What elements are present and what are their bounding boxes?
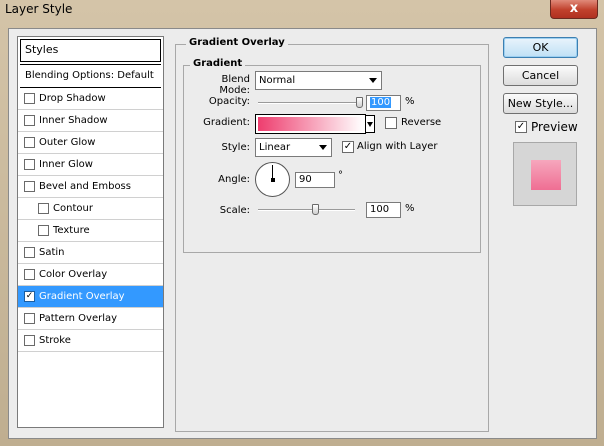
angle-unit: ° — [338, 170, 343, 181]
style-item-label: Drop Shadow — [39, 93, 106, 104]
style-item-checkbox[interactable] — [24, 247, 35, 258]
style-item-bevel-and-emboss[interactable]: Bevel and Emboss — [18, 176, 163, 198]
style-item-color-overlay[interactable]: Color Overlay — [18, 264, 163, 286]
style-item-label: Outer Glow — [39, 137, 96, 148]
reverse-checkbox[interactable] — [385, 117, 397, 129]
angle-hub — [271, 178, 275, 182]
angle-value: 90 — [299, 174, 312, 185]
style-item-label: Satin — [39, 247, 65, 258]
style-item-checkbox[interactable] — [24, 313, 35, 324]
style-item-satin[interactable]: Satin — [18, 242, 163, 264]
style-item-inner-shadow[interactable]: Inner Shadow — [18, 110, 163, 132]
window-title: Layer Style — [5, 2, 73, 16]
style-item-label: Stroke — [39, 335, 71, 346]
ok-button[interactable]: OK — [503, 37, 578, 58]
chevron-down-icon — [369, 78, 377, 83]
layer-style-window: Layer Style x Styles Blending Options: D… — [0, 0, 604, 446]
reverse-label: Reverse — [401, 117, 442, 128]
align-check-mark: ✓ — [343, 141, 353, 152]
gradient-label: Gradient: — [203, 117, 250, 128]
scale-unit: % — [405, 203, 415, 214]
gradient-swatch[interactable] — [258, 117, 363, 131]
style-item-checkbox[interactable] — [24, 269, 35, 280]
style-item-label: Inner Shadow — [39, 115, 108, 126]
style-item-checkbox[interactable] — [24, 115, 35, 126]
blending-options-item[interactable]: Blending Options: Default — [20, 64, 161, 88]
style-select[interactable]: Linear — [255, 138, 332, 157]
title-bar[interactable]: Layer Style x — [0, 0, 604, 20]
style-item-label: Color Overlay — [39, 269, 108, 280]
angle-dial[interactable] — [255, 162, 290, 197]
style-item-checkbox[interactable] — [24, 137, 35, 148]
style-item-checkbox[interactable] — [24, 93, 35, 104]
scale-slider[interactable] — [258, 209, 355, 211]
gradient-picker[interactable] — [255, 114, 366, 134]
preview-checkbox[interactable]: ✓ — [515, 121, 527, 133]
opacity-value: 100 — [370, 97, 392, 108]
style-value: Linear — [259, 142, 291, 153]
cancel-button[interactable]: Cancel — [503, 65, 578, 86]
blend-mode-select[interactable]: Normal — [255, 71, 382, 90]
angle-label: Angle: — [218, 174, 250, 185]
gradient-overlay-title: Gradient Overlay — [186, 37, 288, 48]
close-button[interactable]: x — [550, 0, 598, 19]
scale-input[interactable]: 100 — [366, 202, 401, 218]
style-item-label: Gradient Overlay — [39, 291, 125, 302]
style-item-gradient-overlay[interactable]: ✓ Gradient Overlay — [18, 286, 163, 308]
opacity-slider-thumb[interactable] — [356, 97, 363, 108]
scale-slider-thumb[interactable] — [312, 204, 319, 215]
styles-list-header[interactable]: Styles — [20, 39, 161, 62]
blend-mode-value: Normal — [259, 75, 296, 86]
align-with-layer-label: Align with Layer — [357, 141, 438, 152]
style-item-checkbox[interactable] — [24, 335, 35, 346]
preview-swatch — [531, 160, 561, 190]
styles-list: Styles Blending Options: Default Drop Sh… — [17, 36, 164, 428]
style-label: Style: — [221, 142, 251, 153]
style-item-label: Contour — [53, 203, 93, 214]
gradient-dropdown-icon[interactable] — [365, 115, 375, 133]
scale-value: 100 — [370, 204, 390, 215]
style-item-label: Inner Glow — [39, 159, 93, 170]
chevron-down-icon — [319, 145, 327, 150]
align-with-layer-checkbox[interactable]: ✓ — [342, 141, 354, 153]
preview-check-mark: ✓ — [516, 121, 526, 132]
opacity-slider[interactable] — [258, 102, 363, 104]
gradient-group-title: Gradient — [190, 58, 246, 69]
style-item-checkbox[interactable] — [38, 203, 49, 214]
style-item-checkbox[interactable] — [24, 181, 35, 192]
style-item-stroke[interactable]: Stroke — [18, 330, 163, 352]
dialog-body: Styles Blending Options: Default Drop Sh… — [8, 28, 597, 439]
style-item-drop-shadow[interactable]: Drop Shadow — [18, 88, 163, 110]
opacity-input[interactable]: 100 — [366, 95, 401, 111]
style-item-texture[interactable]: Texture — [18, 220, 163, 242]
preview-label: Preview — [531, 120, 578, 134]
style-item-checkbox[interactable] — [38, 225, 49, 236]
style-item-checkbox[interactable]: ✓ — [24, 291, 35, 302]
style-item-checkbox[interactable] — [24, 159, 35, 170]
style-item-contour[interactable]: Contour — [18, 198, 163, 220]
style-item-label: Bevel and Emboss — [39, 181, 131, 192]
close-icon: x — [569, 1, 579, 16]
opacity-unit: % — [405, 96, 415, 107]
style-item-label: Texture — [53, 225, 90, 236]
scale-label: Scale: — [219, 205, 250, 216]
style-item-pattern-overlay[interactable]: Pattern Overlay — [18, 308, 163, 330]
blend-mode-label: Blend Mode: — [219, 74, 250, 96]
preview-thumbnail — [513, 142, 577, 206]
angle-input[interactable]: 90 — [295, 172, 335, 188]
style-item-label: Pattern Overlay — [39, 313, 118, 324]
new-style-button[interactable]: New Style... — [503, 93, 578, 114]
opacity-label: Opacity: — [208, 96, 250, 107]
style-item-inner-glow[interactable]: Inner Glow — [18, 154, 163, 176]
style-item-outer-glow[interactable]: Outer Glow — [18, 132, 163, 154]
